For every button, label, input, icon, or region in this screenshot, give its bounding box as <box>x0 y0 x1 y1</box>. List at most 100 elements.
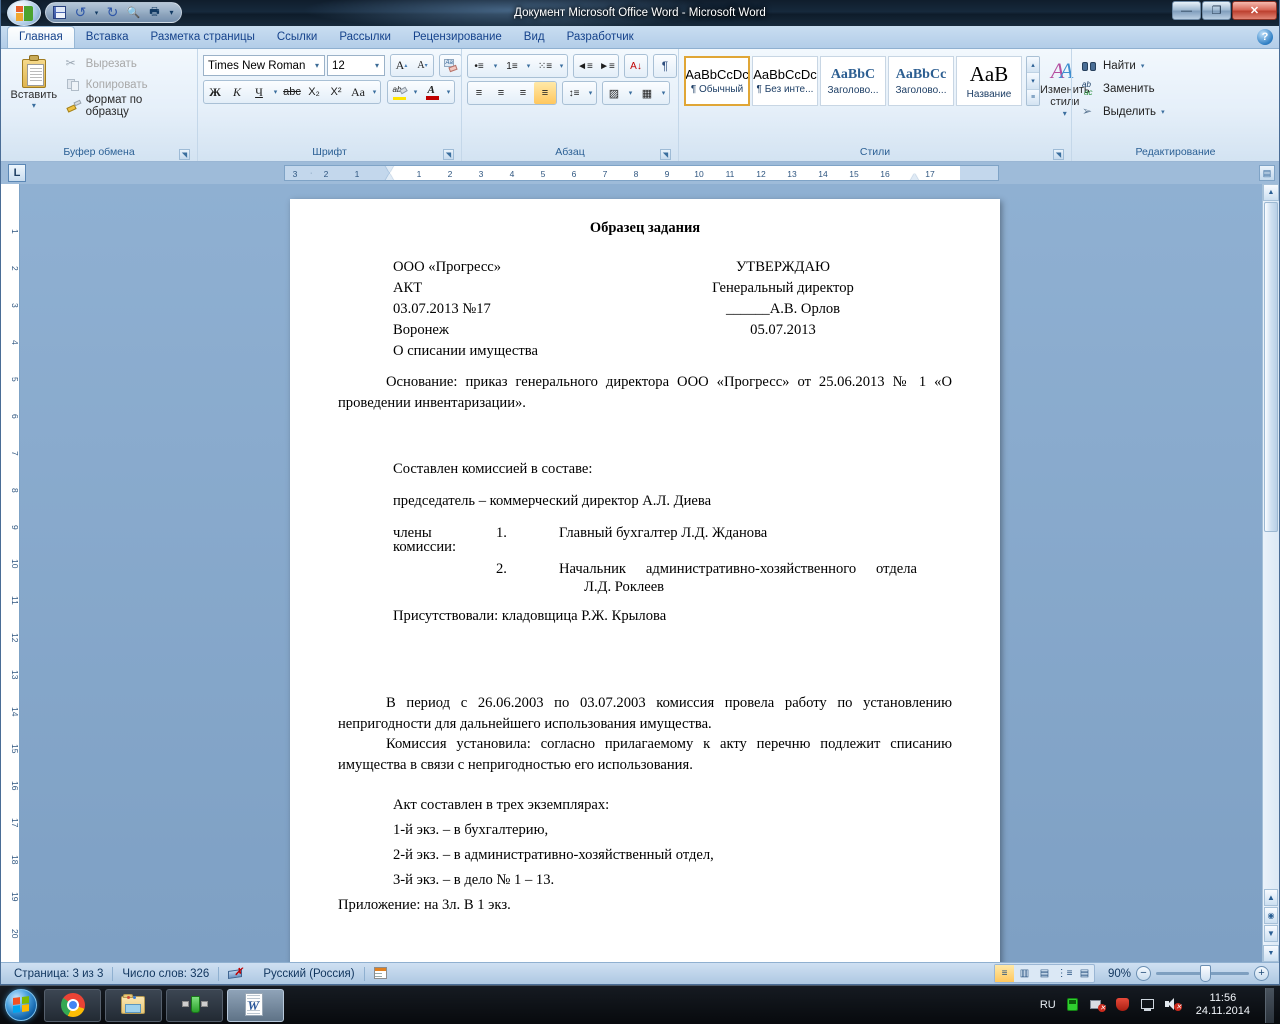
taskbar-clock[interactable]: 11:56 24.11.2014 <box>1190 992 1256 1018</box>
style-item-heading-1[interactable]: AaBbC Заголово... <box>820 56 886 106</box>
align-justify-button[interactable]: ≡ <box>534 82 556 104</box>
superscript-button[interactable]: X² <box>325 81 347 103</box>
styles-scroll-down-icon[interactable]: ▾ <box>1027 73 1039 90</box>
underline-caret-icon[interactable]: ▾ <box>270 81 281 103</box>
proofing-status[interactable]: ✗ <box>219 965 254 983</box>
horizontal-ruler[interactable]: 3 2 1 1 2 3 4 5 6 7 8 9 10 11 12 13 14 1… <box>284 165 999 181</box>
shading-caret-icon[interactable]: ▾ <box>625 82 636 104</box>
show-desktop-button[interactable] <box>1265 987 1274 1023</box>
zoom-out-button[interactable]: − <box>1136 966 1151 981</box>
align-left-button[interactable]: ≡ <box>468 82 490 104</box>
first-line-indent-marker[interactable] <box>385 166 394 172</box>
document-page[interactable]: Образец задания ООО «Прогресс» АКТ 03.07… <box>290 199 1000 962</box>
style-item-no-spacing[interactable]: AaBbCcDc ¶ Без инте... <box>752 56 818 106</box>
strikethrough-button[interactable]: abc <box>281 81 303 103</box>
vertical-scrollbar[interactable]: ▲ ▲ ◉ ▼ ▼ <box>1262 184 1279 962</box>
macro-recording-indicator[interactable] <box>365 965 398 983</box>
font-name-combo[interactable]: Times New Roman ▾ <box>203 55 325 76</box>
show-formatting-marks-button[interactable]: ¶ <box>654 55 676 77</box>
display-settings-icon[interactable] <box>1140 997 1156 1013</box>
clear-formatting-button[interactable]: Aa <box>440 55 461 76</box>
outline-view-button[interactable]: ⋮≡ <box>1055 965 1074 982</box>
copy-button[interactable]: Копировать <box>62 75 192 95</box>
numbering-caret-icon[interactable]: ▾ <box>523 55 534 77</box>
paragraph-dialog-launcher[interactable]: ◥ <box>660 149 671 160</box>
borders-button[interactable]: ▦ <box>636 82 658 104</box>
bullets-caret-icon[interactable]: ▾ <box>490 55 501 77</box>
line-spacing-button[interactable]: ↕≡ <box>563 82 585 104</box>
print-layout-view-button[interactable]: ≡ <box>995 965 1014 982</box>
web-layout-view-button[interactable]: ▤ <box>1035 965 1054 982</box>
select-caret-icon[interactable]: ▾ <box>1161 108 1165 116</box>
text-highlight-button[interactable]: ab <box>388 81 410 103</box>
security-shield-icon[interactable] <box>1115 997 1131 1013</box>
styles-gallery[interactable]: AaBbCcDc ¶ Обычный AaBbCcDc ¶ Без инте..… <box>684 56 1040 106</box>
maximize-button[interactable]: ❐ <box>1202 1 1231 20</box>
font-color-caret-icon[interactable]: ▾ <box>443 81 454 103</box>
tab-developer[interactable]: Разработчик <box>556 27 645 48</box>
zoom-in-button[interactable]: + <box>1254 966 1269 981</box>
hanging-indent-marker[interactable] <box>385 174 394 180</box>
style-item-normal[interactable]: AaBbCcDc ¶ Обычный <box>684 56 750 106</box>
shading-button[interactable]: ▨ <box>603 82 625 104</box>
paste-caret-icon[interactable]: ▾ <box>32 101 36 110</box>
start-button[interactable] <box>2 988 40 1022</box>
close-button[interactable]: ✕ <box>1232 1 1277 20</box>
multilevel-list-button[interactable]: ⁙≡ <box>534 55 556 77</box>
italic-button[interactable]: К <box>226 81 248 103</box>
change-case-button[interactable]: Aa <box>347 81 369 103</box>
network-disconnected-icon[interactable]: ✕ <box>1089 997 1106 1013</box>
borders-caret-icon[interactable]: ▾ <box>658 82 669 104</box>
cut-button[interactable]: ✂ Вырезать <box>62 54 192 74</box>
tab-mailings[interactable]: Рассылки <box>328 27 402 48</box>
subscript-button[interactable]: X₂ <box>303 81 325 103</box>
zoom-slider-thumb[interactable] <box>1200 965 1211 982</box>
taskbar-item-app[interactable] <box>166 988 223 1022</box>
find-caret-icon[interactable]: ▾ <box>1141 62 1145 70</box>
scroll-up-arrow-icon[interactable]: ▲ <box>1263 184 1279 201</box>
style-item-title[interactable]: AaB Название <box>956 56 1022 106</box>
styles-scroll-up-icon[interactable]: ▴ <box>1027 57 1039 74</box>
tab-references[interactable]: Ссылки <box>266 27 329 48</box>
shrink-font-button[interactable]: A ▾ <box>412 55 433 76</box>
multilevel-caret-icon[interactable]: ▾ <box>556 55 567 77</box>
taskbar-item-chrome[interactable] <box>44 988 101 1022</box>
tab-review[interactable]: Рецензирование <box>402 27 513 48</box>
align-center-button[interactable]: ≡ <box>490 82 512 104</box>
font-size-caret-icon[interactable]: ▾ <box>372 61 382 70</box>
taskbar-item-explorer[interactable] <box>105 988 162 1022</box>
find-button[interactable]: Найти ▾ <box>1077 55 1170 76</box>
styles-gallery-scroll[interactable]: ▴ ▾ ≡ <box>1026 56 1040 106</box>
help-icon[interactable]: ? <box>1257 29 1273 45</box>
font-size-combo[interactable]: 12 ▾ <box>327 55 385 76</box>
right-indent-marker[interactable] <box>910 174 919 180</box>
change-styles-caret-icon[interactable]: ▾ <box>1063 108 1067 120</box>
tab-insert[interactable]: Вставка <box>75 27 140 48</box>
language-indicator-tray[interactable]: RU <box>1040 999 1056 1011</box>
change-case-caret-icon[interactable]: ▾ <box>369 81 380 103</box>
previous-page-button[interactable]: ▲ <box>1264 889 1278 906</box>
font-name-caret-icon[interactable]: ▾ <box>312 61 322 70</box>
select-browse-object-button[interactable]: ◉ <box>1264 907 1278 924</box>
decrease-indent-button[interactable]: ◄≡ <box>574 55 596 77</box>
language-indicator[interactable]: Русский (Россия) <box>254 965 363 983</box>
taskbar-item-word[interactable]: W <box>227 988 284 1022</box>
draft-view-button[interactable]: ▤ <box>1075 965 1094 982</box>
scroll-down-arrow-icon[interactable]: ▼ <box>1263 945 1279 962</box>
tab-home[interactable]: Главная <box>7 26 75 48</box>
clipboard-dialog-launcher[interactable]: ◥ <box>179 149 190 160</box>
tab-stop-selector[interactable]: L <box>8 164 26 182</box>
underline-button[interactable]: Ч <box>248 81 270 103</box>
fullscreen-reading-view-button[interactable]: ▥ <box>1015 965 1034 982</box>
increase-indent-button[interactable]: ►≡ <box>596 55 618 77</box>
page-indicator[interactable]: Страница: 3 из 3 <box>5 965 112 983</box>
align-right-button[interactable]: ≡ <box>512 82 534 104</box>
paste-button[interactable]: Вставить ▾ <box>6 52 62 110</box>
styles-dialog-launcher[interactable]: ◥ <box>1053 149 1064 160</box>
view-ruler-toggle-button[interactable]: ▤ <box>1259 165 1275 181</box>
vertical-ruler[interactable]: 1 2 3 4 5 6 7 8 9 10 11 12 13 14 15 16 1… <box>1 184 20 962</box>
font-dialog-launcher[interactable]: ◥ <box>443 149 454 160</box>
zoom-control[interactable]: 90% − + <box>1095 965 1275 982</box>
network-monitor-icon[interactable] <box>1065 997 1081 1013</box>
styles-more-icon[interactable]: ≡ <box>1027 89 1039 105</box>
